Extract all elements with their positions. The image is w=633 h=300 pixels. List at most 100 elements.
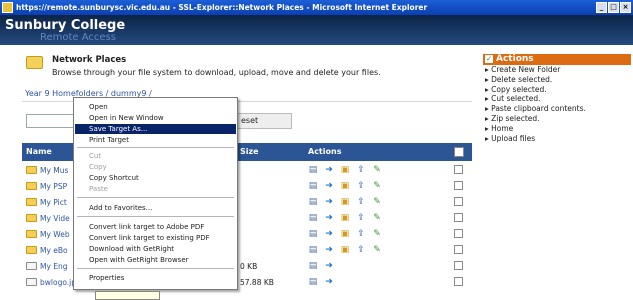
row-actions: ▤ ➜ [308,261,334,271]
upload-icon[interactable]: ⇪ [356,165,366,175]
context-menu-item[interactable]: Convert link target to existing PDF [75,233,236,243]
actions-panel-title: ✓ Actions [483,54,631,65]
select-all-checkbox[interactable] [454,147,464,157]
row-actions: ▤ ➜ ▣ ⇪ ✎ [308,181,382,191]
context-menu-item[interactable]: Add to Favorites... [75,203,236,213]
view-icon[interactable]: ▤ [308,181,318,191]
row-name[interactable]: My PSP [40,182,67,191]
edit-icon[interactable]: ✎ [372,165,382,175]
window-titlebar: https://remote.sunburysc.vic.edu.au - SS… [0,0,633,15]
context-menu-item[interactable]: Open [75,102,236,112]
view-icon[interactable]: ▤ [308,213,318,223]
row-name[interactable]: My Vide [40,214,70,223]
folder-icon[interactable]: ▣ [340,197,350,207]
folder-icon[interactable]: ▣ [340,181,350,191]
minimize-button[interactable]: _ [596,2,607,13]
action-item[interactable]: ▸ Cut selected. [483,94,631,104]
context-menu-separator [77,268,234,269]
row-checkbox[interactable] [454,165,463,174]
maximize-button[interactable]: □ [608,2,619,13]
folder-icon[interactable]: ▣ [340,165,350,175]
action-item[interactable]: ▸ Paste clipboard contents. [483,104,631,114]
move-icon[interactable]: ➜ [324,277,334,287]
row-checkbox[interactable] [454,245,463,254]
browser-icon [2,2,13,13]
folder-icon [26,182,37,190]
row-actions: ▤ ➜ ▣ ⇪ ✎ [308,165,382,175]
folder-icon[interactable]: ▣ [340,213,350,223]
context-menu-item[interactable]: Open with GetRight Browser [75,255,236,265]
move-icon[interactable]: ➜ [324,229,334,239]
upload-icon[interactable]: ⇪ [356,245,366,255]
upload-icon[interactable]: ⇪ [356,181,366,191]
action-item[interactable]: ▸ Copy selected. [483,85,631,95]
context-menu-item[interactable]: Download with GetRight [75,244,236,254]
file-icon [26,262,37,270]
edit-icon[interactable]: ✎ [372,197,382,207]
context-menu-item[interactable]: Print Target [75,135,236,145]
row-checkbox[interactable] [454,261,463,270]
move-icon[interactable]: ➜ [324,261,334,271]
page-description: Browse through your file system to downl… [52,68,381,77]
reset-button[interactable]: eset [232,113,292,129]
move-icon[interactable]: ➜ [324,165,334,175]
edit-icon[interactable]: ✎ [372,229,382,239]
move-icon[interactable]: ➜ [324,213,334,223]
column-actions: Actions [308,147,342,156]
context-menu-separator [77,197,234,198]
row-checkbox[interactable] [454,277,463,286]
view-icon[interactable]: ▤ [308,229,318,239]
view-icon[interactable]: ▤ [308,261,318,271]
move-icon[interactable]: ➜ [324,245,334,255]
context-menu-item[interactable]: Save Target As... [75,124,236,134]
move-icon[interactable]: ➜ [324,197,334,207]
close-button[interactable]: × [620,2,631,13]
folder-icon[interactable]: ▣ [340,245,350,255]
window-controls: _ □ × [596,2,631,13]
brand-subtitle: Remote Access [40,32,116,43]
actions-panel: ✓ Actions ▸ Create New Folder ▸ Delete sel… [483,54,631,164]
check-icon: ✓ [485,55,493,63]
row-name[interactable]: My eBo [40,246,68,255]
context-menu-item[interactable]: Convert link target to Adobe PDF [75,222,236,232]
view-icon[interactable]: ▤ [308,277,318,287]
upload-icon[interactable]: ⇪ [356,197,366,207]
column-name[interactable]: Name [26,147,52,156]
context-menu-item[interactable]: Open in New Window [75,113,236,123]
file-icon [26,278,37,286]
site-header: Sunbury College Remote Access [0,15,633,45]
row-checkbox[interactable] [454,197,463,206]
action-item[interactable]: ▸ Zip selected. [483,114,631,124]
edit-icon[interactable]: ✎ [372,181,382,191]
action-item[interactable]: ▸ Delete selected. [483,75,631,85]
row-name[interactable]: My Mus [40,166,68,175]
folder-icon [26,246,37,254]
move-icon[interactable]: ➜ [324,181,334,191]
row-actions: ▤ ➜ ▣ ⇪ ✎ [308,245,382,255]
view-icon[interactable]: ▤ [308,245,318,255]
context-menu-item: Paste [89,185,108,193]
network-places-icon [26,56,43,69]
folder-icon [26,198,37,206]
row-checkbox[interactable] [454,213,463,222]
context-menu-item[interactable]: Properties [75,273,236,283]
action-item[interactable]: ▸ Upload files [483,134,631,144]
context-menu-item: Copy [89,163,107,171]
action-item[interactable]: ▸ Home [483,124,631,134]
row-name[interactable]: My Web [40,230,70,239]
view-icon[interactable]: ▤ [308,197,318,207]
row-checkbox[interactable] [454,229,463,238]
view-icon[interactable]: ▤ [308,165,318,175]
action-item[interactable]: ▸ Create New Folder [483,65,631,75]
upload-icon[interactable]: ⇪ [356,213,366,223]
folder-icon[interactable]: ▣ [340,229,350,239]
row-name[interactable]: My Eng [40,262,68,271]
row-name[interactable]: My Pict [40,198,67,207]
row-checkbox[interactable] [454,181,463,190]
row-actions: ▤ ➜ [308,277,334,287]
context-menu-item[interactable]: Copy Shortcut [75,173,236,183]
upload-icon[interactable]: ⇪ [356,229,366,239]
edit-icon[interactable]: ✎ [372,245,382,255]
edit-icon[interactable]: ✎ [372,213,382,223]
column-size[interactable]: Size [240,147,259,156]
